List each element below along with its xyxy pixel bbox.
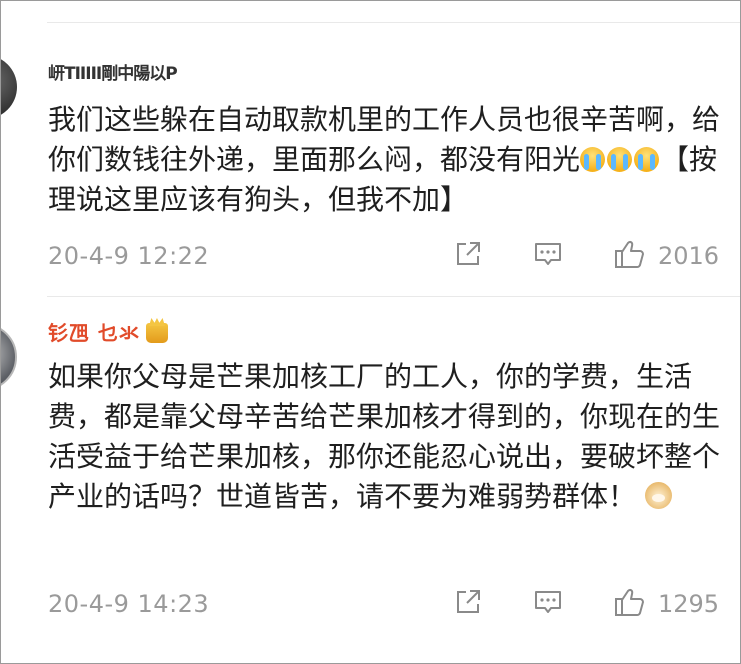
username-text: 钐乪 乜氺 bbox=[48, 321, 140, 345]
avatar[interactable] bbox=[1, 323, 17, 391]
comment-list: 岍TIIIII剛中陽以P 我们这些躲在自动取款机里的工作人员也很辛苦啊，给你们数… bbox=[0, 0, 741, 664]
crying-face-icon bbox=[634, 147, 660, 172]
share-icon[interactable] bbox=[453, 587, 483, 617]
crying-face-icon bbox=[607, 147, 633, 172]
avatar[interactable] bbox=[1, 55, 17, 119]
username[interactable]: 钐乪 乜氺 bbox=[48, 317, 168, 346]
timestamp: 20-4-9 14:23 bbox=[48, 590, 210, 618]
doge-face-icon bbox=[644, 482, 672, 509]
crown-badge-icon bbox=[145, 323, 168, 343]
like-count: 1295 bbox=[658, 590, 720, 618]
username[interactable]: 岍TIIIII剛中陽以P bbox=[48, 59, 178, 84]
comment-icon[interactable] bbox=[533, 587, 563, 617]
timestamp: 20-4-9 12:22 bbox=[48, 242, 210, 270]
crying-face-icon bbox=[580, 147, 606, 172]
comment-item: 钐乪 乜氺 如果你父母是芒果加核工厂的工人，你的学费，生活费，都是靠父母辛苦给芒… bbox=[1, 297, 740, 663]
comment-icon[interactable] bbox=[533, 239, 563, 269]
like-count: 2016 bbox=[658, 242, 720, 270]
comment-footer: 20-4-9 14:23 1295 bbox=[48, 582, 740, 622]
thumbs-up-icon[interactable] bbox=[613, 587, 647, 617]
comment-text-main: 如果你父母是芒果加核工厂的工人，你的学费，生活费，都是靠父母辛苦给芒果加核才得到… bbox=[48, 360, 721, 513]
comment-footer: 20-4-9 12:22 2016 bbox=[48, 234, 740, 274]
comment-text: 如果你父母是芒果加核工厂的工人，你的学费，生活费，都是靠父母辛苦给芒果加核才得到… bbox=[48, 357, 728, 517]
comment-text: 我们这些躲在自动取款机里的工作人员也很辛苦啊，给你们数钱往外递，里面那么闷，都没… bbox=[48, 100, 728, 220]
share-icon[interactable] bbox=[453, 239, 483, 269]
comment-item: 岍TIIIII剛中陽以P 我们这些躲在自动取款机里的工作人员也很辛苦啊，给你们数… bbox=[1, 23, 740, 296]
thumbs-up-icon[interactable] bbox=[613, 239, 647, 269]
